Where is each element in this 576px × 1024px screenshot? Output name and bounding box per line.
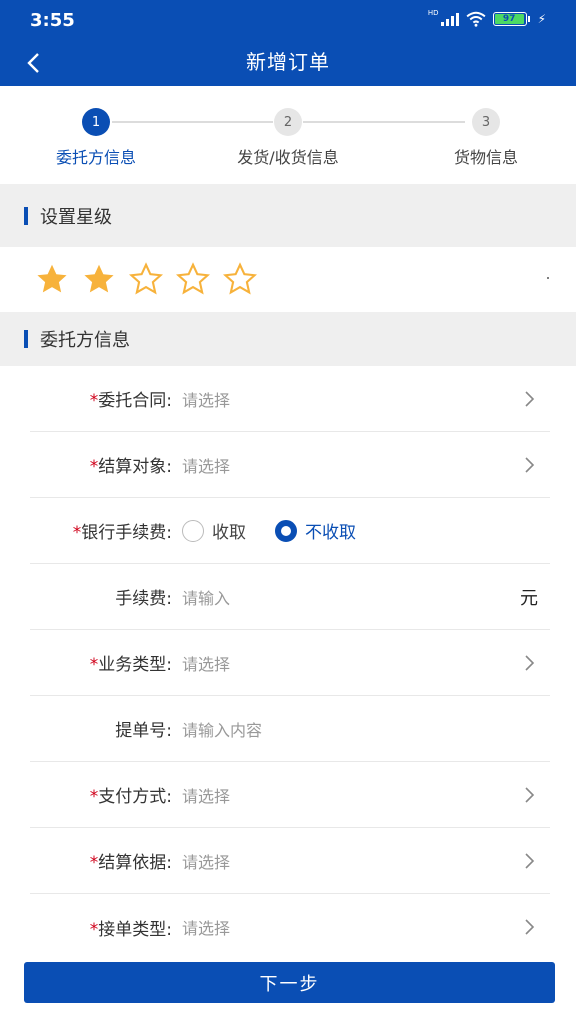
contract-row[interactable]: *委托合同: 请选择 bbox=[30, 366, 550, 432]
fee-unit: 元 bbox=[520, 587, 538, 609]
settle-basis-row[interactable]: *结算依据: 请选择 bbox=[30, 828, 550, 894]
bill-no-input[interactable]: 请输入内容 bbox=[182, 717, 262, 741]
fee-label: 手续费: bbox=[115, 589, 172, 609]
step-1: 1 委托方信息 bbox=[16, 108, 176, 168]
star-icon-filled[interactable] bbox=[34, 261, 70, 297]
app-header: 3:55 HD 97 ⚡ 新增订单 bbox=[0, 0, 576, 86]
section-title: 设置星级 bbox=[40, 206, 112, 228]
wifi-icon bbox=[466, 11, 486, 27]
radio-circle-icon bbox=[182, 519, 204, 542]
radio-no-charge-label: 不收取 bbox=[305, 523, 356, 543]
bill-no-row: 提单号: 请输入内容 bbox=[30, 696, 550, 762]
contract-select[interactable]: 请选择 bbox=[182, 387, 230, 411]
biz-type-select[interactable]: 请选择 bbox=[182, 651, 230, 675]
star-rating bbox=[0, 247, 576, 312]
radio-no-charge[interactable]: 不收取 bbox=[275, 518, 356, 543]
section-marker bbox=[24, 206, 28, 225]
chevron-right-icon bbox=[525, 391, 535, 407]
radio-selected-icon bbox=[275, 519, 297, 542]
contract-label: *委托合同: bbox=[89, 391, 172, 411]
status-bar: 3:55 HD 97 ⚡ bbox=[0, 0, 576, 40]
decorative-dot bbox=[547, 277, 549, 279]
hd-indicator: HD bbox=[427, 9, 439, 17]
chevron-right-icon bbox=[525, 787, 535, 803]
settle-basis-label: *结算依据: bbox=[89, 853, 172, 873]
radio-charge[interactable]: 收取 bbox=[182, 518, 246, 543]
next-step-button[interactable]: 下一步 bbox=[24, 962, 555, 1003]
fee-input[interactable]: 请输入 bbox=[182, 585, 230, 609]
step-2: 2 发货/收货信息 bbox=[208, 108, 368, 168]
navigation-bar: 新增订单 bbox=[0, 40, 576, 86]
section-title: 委托方信息 bbox=[40, 330, 130, 351]
step-number: 2 bbox=[274, 108, 302, 136]
order-type-label: *接单类型: bbox=[89, 919, 172, 940]
chevron-right-icon bbox=[525, 853, 535, 869]
battery-icon: 97 bbox=[492, 12, 530, 26]
bank-fee-label: *银行手续费: bbox=[72, 523, 172, 543]
section-header-rating: 设置星级 bbox=[0, 184, 576, 247]
step-number: 3 bbox=[472, 108, 500, 136]
bank-fee-row: *银行手续费: 收取 不收取 bbox=[30, 498, 550, 564]
page-title: 新增订单 bbox=[246, 50, 330, 74]
step-label: 发货/收货信息 bbox=[237, 148, 339, 167]
pay-method-label: *支付方式: bbox=[89, 787, 172, 807]
biz-type-row[interactable]: *业务类型: 请选择 bbox=[30, 630, 550, 696]
order-type-row[interactable]: *接单类型: 请选择 bbox=[30, 894, 550, 960]
star-icon-filled[interactable] bbox=[81, 261, 117, 297]
step-indicator: 1 委托方信息 2 发货/收货信息 3 货物信息 bbox=[0, 86, 576, 184]
chevron-right-icon bbox=[525, 919, 535, 935]
status-icons: HD 97 ⚡ bbox=[427, 9, 546, 27]
bill-no-label: 提单号: bbox=[115, 721, 172, 741]
biz-type-label: *业务类型: bbox=[89, 655, 172, 675]
charging-icon: ⚡ bbox=[537, 12, 546, 26]
signal-icon bbox=[440, 12, 459, 26]
fee-row: 手续费: 请输入 元 bbox=[30, 564, 550, 630]
step-number: 1 bbox=[82, 108, 110, 136]
section-header-client: 委托方信息 bbox=[0, 312, 576, 366]
star-icon-empty[interactable] bbox=[128, 261, 164, 297]
star-icon-empty[interactable] bbox=[175, 261, 211, 297]
battery-level: 97 bbox=[494, 14, 524, 24]
step-label: 货物信息 bbox=[453, 148, 518, 167]
settle-target-row[interactable]: *结算对象: 请选择 bbox=[30, 432, 550, 498]
pay-method-select[interactable]: 请选择 bbox=[182, 783, 230, 807]
pay-method-row[interactable]: *支付方式: 请选择 bbox=[30, 762, 550, 828]
settle-target-label: *结算对象: bbox=[89, 457, 172, 477]
settle-basis-select[interactable]: 请选择 bbox=[182, 849, 230, 873]
status-time: 3:55 bbox=[30, 10, 75, 31]
step-3: 3 货物信息 bbox=[406, 108, 566, 168]
settle-target-select[interactable]: 请选择 bbox=[182, 453, 230, 477]
step-label: 委托方信息 bbox=[55, 148, 136, 167]
star-icon-empty[interactable] bbox=[222, 261, 258, 297]
section-marker bbox=[24, 330, 28, 348]
order-type-select[interactable]: 请选择 bbox=[182, 915, 230, 939]
radio-charge-label: 收取 bbox=[212, 523, 246, 543]
chevron-right-icon bbox=[525, 655, 535, 671]
chevron-right-icon bbox=[525, 457, 535, 473]
